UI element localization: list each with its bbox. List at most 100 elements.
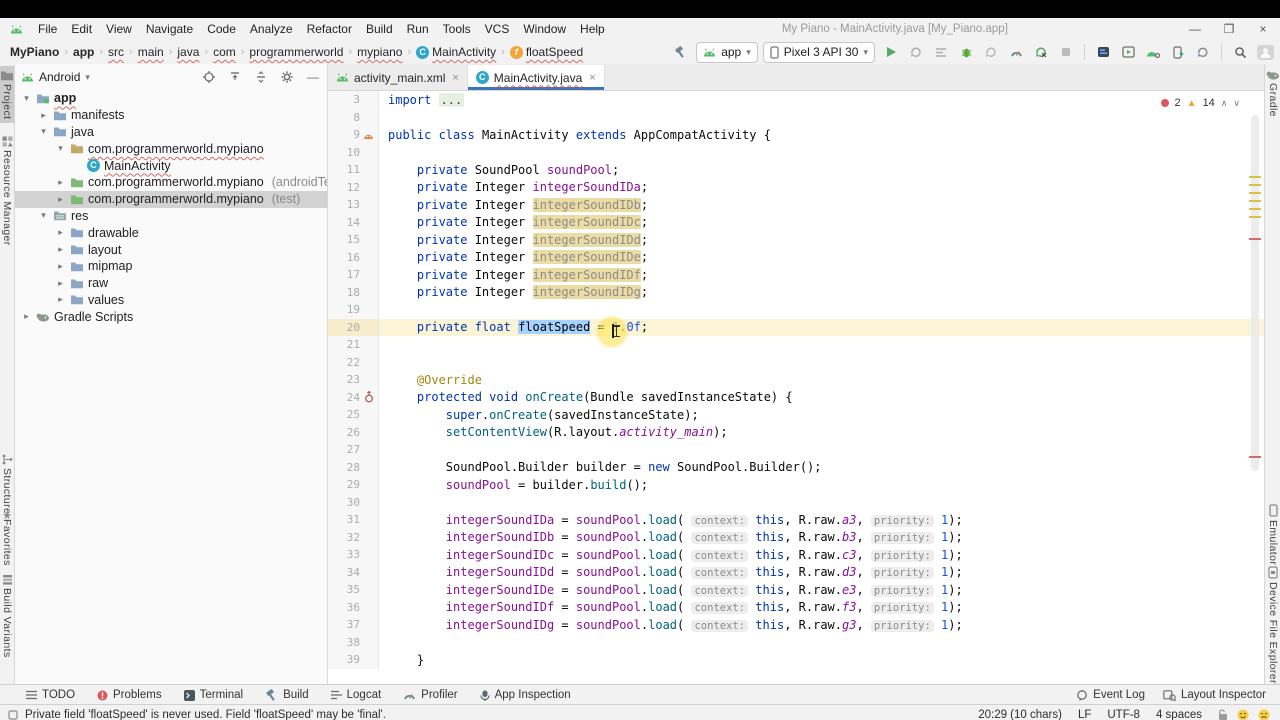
toolwindow-button-app-inspection[interactable]: App Inspection: [480, 689, 571, 701]
breadcrumb-java[interactable]: java: [175, 45, 201, 59]
breadcrumb-floatspeed[interactable]: f floatSpeed: [508, 45, 585, 59]
breadcrumb-mainactivity[interactable]: C MainActivity: [414, 45, 498, 59]
code-line-21[interactable]: 21: [328, 336, 1264, 354]
chevron-right-icon[interactable]: ▸: [55, 227, 66, 238]
tree-item-gradle-scripts[interactable]: ▸ Gradle Scripts: [15, 308, 327, 325]
code-line-35[interactable]: 35 integerSoundIDe = soundPool.load( con…: [328, 581, 1264, 599]
code-line-13[interactable]: 13 private Integer integerSoundIDb;: [328, 196, 1264, 214]
chevron-down-icon[interactable]: ▾: [38, 210, 49, 221]
menu-tools[interactable]: Tools: [436, 22, 478, 36]
minimize-button[interactable]: —: [1178, 22, 1212, 36]
code-line-14[interactable]: 14 private Integer integerSoundIDc;: [328, 213, 1264, 231]
menu-window[interactable]: Window: [516, 22, 573, 36]
toolwindow-button-profiler[interactable]: Profiler: [403, 689, 458, 701]
chevron-right-icon[interactable]: ▸: [55, 261, 66, 272]
menu-analyze[interactable]: Analyze: [243, 22, 300, 36]
profile-avatar-button[interactable]: [1254, 42, 1276, 62]
code-line-37[interactable]: 37 integerSoundIDg = soundPool.load( con…: [328, 616, 1264, 634]
close-tab-icon[interactable]: ×: [452, 72, 458, 84]
menu-build[interactable]: Build: [359, 22, 400, 36]
caret-position-widget[interactable]: 20:29 (10 chars): [978, 709, 1062, 720]
code-line-16[interactable]: 16 private Integer integerSoundIDe;: [328, 248, 1264, 266]
tool-stripe-resource-manager[interactable]: Resource Manager: [0, 132, 14, 250]
tree-item-res[interactable]: ▾ res: [15, 208, 327, 225]
code-line-27[interactable]: 27: [328, 441, 1264, 459]
toolwindow-button-todo[interactable]: TODO: [26, 689, 75, 701]
chevron-right-icon[interactable]: ▸: [21, 311, 32, 322]
tree-item-mipmap[interactable]: ▸ mipmap: [15, 258, 327, 275]
next-problem-button[interactable]: ∨: [1233, 98, 1240, 109]
code-line-12[interactable]: 12 private Integer integerSoundIDa;: [328, 178, 1264, 196]
tool-stripe-emulator[interactable]: Emulator: [1265, 500, 1280, 569]
tree-item-com-programmerworld-mypiano[interactable]: ▾ com.programmerworld.mypiano: [15, 140, 327, 157]
tree-item-manifests[interactable]: ▸ manifests: [15, 107, 327, 124]
editor-tab-activity-main-xml[interactable]: activity_main.xml ×: [328, 65, 468, 90]
code-editor[interactable]: 3 import ... 8 9 public class MainActivity e…: [328, 91, 1264, 685]
chevron-right-icon[interactable]: ▸: [55, 294, 66, 305]
stop-button[interactable]: [1055, 42, 1077, 62]
tree-item-java[interactable]: ▾ java: [15, 124, 327, 141]
tree-item-com-programmerworld-mypiano-androidtest[interactable]: ▸com.programmerworld.mypiano(androidTest…: [15, 174, 327, 191]
tree-item-app[interactable]: ▾ app: [15, 90, 327, 107]
encoding-widget[interactable]: UTF-8: [1107, 709, 1140, 720]
tree-item-mainactivity[interactable]: C MainActivity: [15, 157, 327, 174]
tool-stripe-build-variants[interactable]: Build Variants: [0, 570, 14, 662]
toolwindow-button-layout-inspector[interactable]: Layout Inspector: [1163, 689, 1266, 701]
chevron-down-icon[interactable]: ▾: [55, 143, 66, 154]
code-line-25[interactable]: 25 super.onCreate(savedInstanceState);: [328, 406, 1264, 424]
breadcrumb-src[interactable]: src: [106, 45, 126, 59]
previous-problem-button[interactable]: ∧: [1221, 98, 1228, 109]
chevron-right-icon[interactable]: ▸: [38, 110, 49, 121]
code-line-19[interactable]: 19: [328, 301, 1264, 319]
code-line-9[interactable]: 9 public class MainActivity extends AppCo…: [328, 126, 1264, 144]
error-stripe-mark[interactable]: [1249, 456, 1261, 458]
toolwindow-button-terminal[interactable]: Terminal: [183, 689, 243, 701]
collapse-all-button[interactable]: [227, 69, 243, 85]
rerun-button[interactable]: [1030, 42, 1052, 62]
code-line-39[interactable]: 39 }: [328, 651, 1264, 669]
code-line-33[interactable]: 33 integerSoundIDc = soundPool.load( con…: [328, 546, 1264, 564]
device-select[interactable]: Pixel 3 API 30 ▾: [762, 41, 875, 63]
code-line-20[interactable]: 20 private float floatSpeed = 1.0f;: [328, 315, 1264, 350]
error-stripe-mark[interactable]: [1249, 238, 1261, 240]
settings-gear-button[interactable]: [279, 69, 295, 85]
code-line-38[interactable]: 38: [328, 633, 1264, 651]
menu-file[interactable]: File: [31, 22, 64, 36]
smiley-face-icon[interactable]: [1237, 709, 1249, 720]
chevron-right-icon[interactable]: ▸: [55, 194, 66, 205]
breadcrumb-mypiano[interactable]: mypiano: [355, 45, 404, 59]
run-configuration-select[interactable]: app ▾: [696, 41, 758, 63]
chevron-right-icon[interactable]: ▸: [55, 177, 66, 188]
toolwindow-button-build[interactable]: Build: [265, 688, 309, 702]
tool-stripe-device-file-explorer[interactable]: Device File Explorer: [1265, 562, 1280, 688]
warning-stripe-mark[interactable]: [1249, 200, 1261, 202]
sad-face-icon[interactable]: [1258, 709, 1270, 720]
tree-item-drawable[interactable]: ▸ drawable: [15, 224, 327, 241]
code-line-18[interactable]: 18 private Integer integerSoundIDg;: [328, 283, 1264, 301]
warning-stripe-mark[interactable]: [1249, 216, 1261, 218]
sdk-manager-button[interactable]: [1142, 42, 1164, 62]
code-line-10[interactable]: 10: [328, 143, 1264, 161]
breadcrumb-app[interactable]: app: [71, 45, 96, 59]
attach-debugger-button[interactable]: [980, 42, 1002, 62]
code-line-11[interactable]: 11 private SoundPool soundPool;: [328, 161, 1264, 179]
breadcrumb-main[interactable]: main: [136, 45, 166, 59]
menu-vcs[interactable]: VCS: [478, 22, 517, 36]
code-line-34[interactable]: 34 integerSoundIDd = soundPool.load( con…: [328, 563, 1264, 581]
device-manager-button[interactable]: [1092, 42, 1114, 62]
code-line-30[interactable]: 30: [328, 493, 1264, 511]
running-devices-button[interactable]: [1117, 42, 1139, 62]
breadcrumb-com[interactable]: com: [211, 45, 238, 59]
tree-item-com-programmerworld-mypiano-test[interactable]: ▸ com.programmerworld.mypiano (test): [15, 190, 327, 208]
warning-stripe-mark[interactable]: [1249, 176, 1261, 178]
editor-tab-mainactivity-java[interactable]: C MainActivity.java ×: [467, 65, 605, 90]
menu-help[interactable]: Help: [573, 22, 612, 36]
warning-stripe-mark[interactable]: [1249, 192, 1261, 194]
device-mirror-button[interactable]: [1167, 42, 1189, 62]
code-line-28[interactable]: 28 SoundPool.Builder builder = new Sound…: [328, 458, 1264, 476]
close-tab-icon[interactable]: ×: [589, 72, 595, 84]
editor-scrollbar[interactable]: [1251, 115, 1259, 471]
code-line-15[interactable]: 15 private Integer integerSoundIDd;: [328, 231, 1264, 249]
locate-button[interactable]: [201, 69, 217, 85]
menu-edit[interactable]: Edit: [64, 22, 99, 36]
